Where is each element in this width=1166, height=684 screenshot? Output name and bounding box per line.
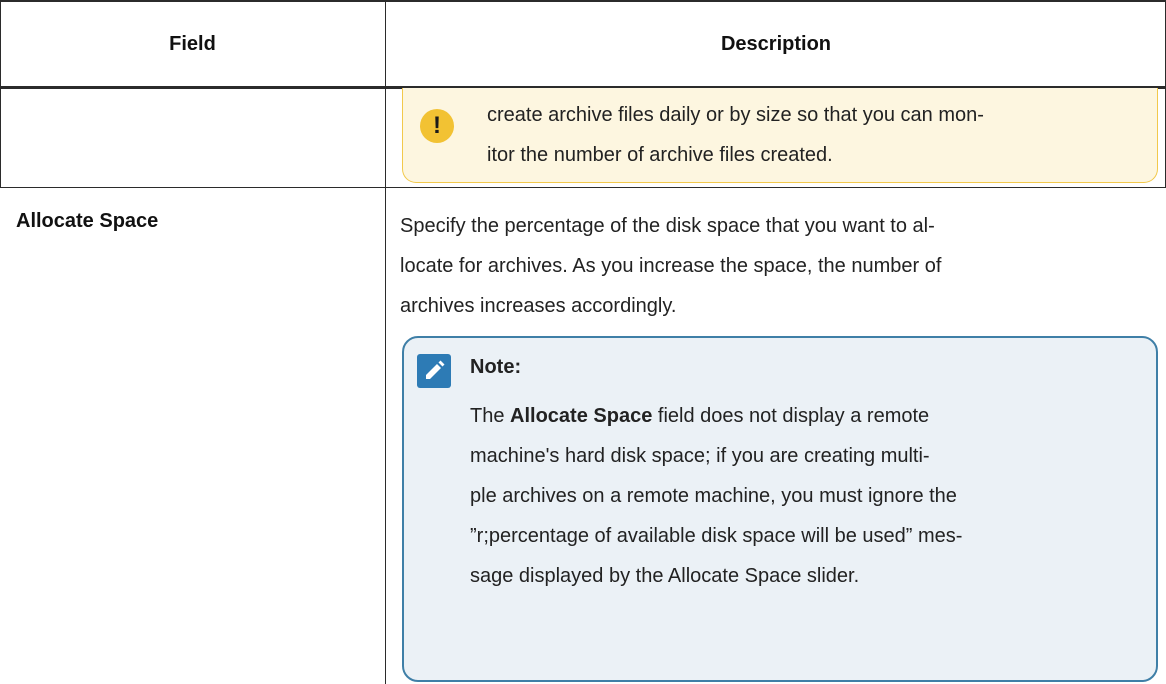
warning-text: create archive files daily or by size so… (487, 95, 1147, 175)
field-allocate-space: Allocate Space (16, 210, 159, 232)
fields-table: Field Description ! create archive files… (0, 0, 1166, 684)
description-line-3: archives increases accordingly. (400, 295, 677, 317)
note-line-1-rest: field does not display a remote (652, 405, 930, 427)
header-description: Description (720, 32, 832, 55)
pencil-clipboard-icon (417, 354, 451, 388)
note-line-3: ple archives on a remote machine, you mu… (470, 485, 957, 507)
note-title: Note: (470, 356, 522, 378)
note-line-2: machine's hard disk space; if you are cr… (470, 445, 930, 467)
table-column-divider (385, 0, 386, 684)
warning-callout: ! create archive files daily or by size … (402, 88, 1158, 183)
note-text: The Allocate Space field does not displa… (470, 396, 1142, 596)
note-line-5: sage displayed by the Allocate Space sli… (470, 565, 860, 587)
note-line-1: The Allocate Space field does not displa… (470, 396, 1142, 436)
note-callout: Note: The Allocate Space field does not … (402, 336, 1158, 682)
exclamation-icon: ! (420, 109, 454, 143)
description-allocate-space: Specify the percentage of the disk space… (400, 206, 1152, 326)
note-bold-field: Allocate Space (510, 405, 653, 427)
description-line-2: locate for archives. As you increase the… (400, 255, 942, 277)
note-intro: The (470, 405, 511, 427)
table-row-divider (0, 187, 1166, 188)
warning-line-1: create archive files daily or by size so… (487, 104, 984, 126)
note-line-4: ”r;percentage of available disk space wi… (470, 525, 963, 547)
warning-line-2: itor the number of archive files created… (487, 144, 833, 166)
header-field: Field (169, 32, 216, 55)
description-line-1: Specify the percentage of the disk space… (400, 215, 935, 237)
